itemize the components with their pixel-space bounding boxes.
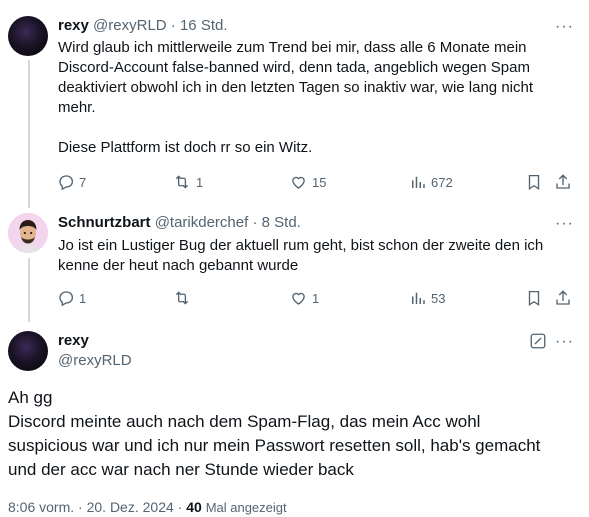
thread-line <box>28 258 30 322</box>
repost-count: 1 <box>196 174 204 190</box>
more-dots-icon[interactable]: ··· <box>555 216 574 232</box>
reply-icon <box>57 173 75 191</box>
views-chart-icon <box>409 173 427 191</box>
author-handle[interactable]: @tarikderchef <box>155 214 249 231</box>
views-button[interactable]: 53 <box>409 288 445 308</box>
views-count: 672 <box>431 174 453 190</box>
heart-icon <box>289 289 308 307</box>
tweet-text-line: Wird glaub ich mittlerweile zum Trend be… <box>58 39 527 56</box>
tweet-text-line: suspicious war und ich nur mein Passwort… <box>8 436 541 455</box>
like-count: 1 <box>312 290 320 306</box>
tweet-text-line: Diese Plattform ist doch rr so ein Witz. <box>58 139 313 156</box>
author-name[interactable]: Schnurtzbart <box>58 214 151 231</box>
author-handle[interactable]: @rexyRLD <box>58 352 132 370</box>
tweet-text-line: deaktiviert obwohl ich in den letzten Ta… <box>58 79 533 96</box>
edit-icon[interactable] <box>529 332 547 350</box>
tweet-text-line: Ah gg <box>8 388 53 407</box>
author-name[interactable]: rexy <box>58 17 89 34</box>
views-chart-icon <box>409 289 427 307</box>
tweet-timestamp[interactable]: 8:06 vorm. <box>8 499 74 515</box>
tweet-time[interactable]: 8 Std. <box>262 214 301 231</box>
avatar[interactable] <box>8 16 48 56</box>
tweet-text-line: Jo ist ein Lustiger Bug der aktuell rum … <box>58 237 544 254</box>
avatar[interactable] <box>8 213 48 253</box>
separator: · <box>170 17 176 34</box>
tweet-time[interactable]: 16 Std. <box>180 17 228 34</box>
avatar-figure <box>8 213 48 253</box>
author-name[interactable]: rexy <box>58 332 89 350</box>
views-count: 40 <box>186 499 202 515</box>
tweet-date[interactable]: 20. Dez. 2024 <box>87 499 174 515</box>
tweet-text-line: kenne der heut nach gebannt wurde <box>58 257 299 274</box>
repost-icon <box>172 289 192 307</box>
reply-count: 7 <box>79 174 87 190</box>
reply-icon <box>57 289 75 307</box>
repost-icon <box>172 173 192 191</box>
tweet-text-line: Discord-Account false-banned wird, denn … <box>58 59 530 76</box>
reply-button[interactable]: 1 <box>57 288 86 308</box>
repost-button[interactable]: 1 <box>172 172 203 192</box>
share-icon[interactable] <box>554 172 572 192</box>
avatar[interactable] <box>8 331 48 371</box>
repost-button[interactable] <box>172 288 196 308</box>
tweet-text-line: und der acc war nach ner Stunde wieder b… <box>8 460 354 479</box>
tweet-header: rexy @rexyRLD · 16 Std. <box>58 17 228 35</box>
author-handle[interactable]: @rexyRLD <box>93 17 167 34</box>
like-button[interactable]: 1 <box>289 288 319 308</box>
separator: · <box>177 499 183 515</box>
reply-button[interactable]: 7 <box>57 172 86 192</box>
tweet-text-line: Discord meinte auch nach dem Spam-Flag, … <box>8 412 481 431</box>
like-count: 15 <box>312 174 327 190</box>
tweet-header: Schnurtzbart @tarikderchef · 8 Std. <box>58 214 301 232</box>
tweet-meta: 8:06 vorm. · 20. Dez. 2024 · 40 Mal ange… <box>8 498 287 517</box>
bookmark-icon[interactable] <box>525 288 543 308</box>
views-count: 53 <box>431 290 446 306</box>
separator: · <box>78 499 83 515</box>
separator: · <box>252 214 258 231</box>
reply-count: 1 <box>79 290 87 306</box>
heart-icon <box>289 173 308 191</box>
share-icon[interactable] <box>554 288 572 308</box>
views-button[interactable]: 672 <box>409 172 453 192</box>
more-dots-icon[interactable]: ··· <box>555 334 574 350</box>
more-dots-icon[interactable]: ··· <box>555 19 574 35</box>
thread-line <box>28 60 30 208</box>
bookmark-icon[interactable] <box>525 172 543 192</box>
tweet-text-line: mehr. <box>58 99 96 116</box>
like-button[interactable]: 15 <box>289 172 326 192</box>
views-label: Mal angezeigt <box>205 500 287 515</box>
